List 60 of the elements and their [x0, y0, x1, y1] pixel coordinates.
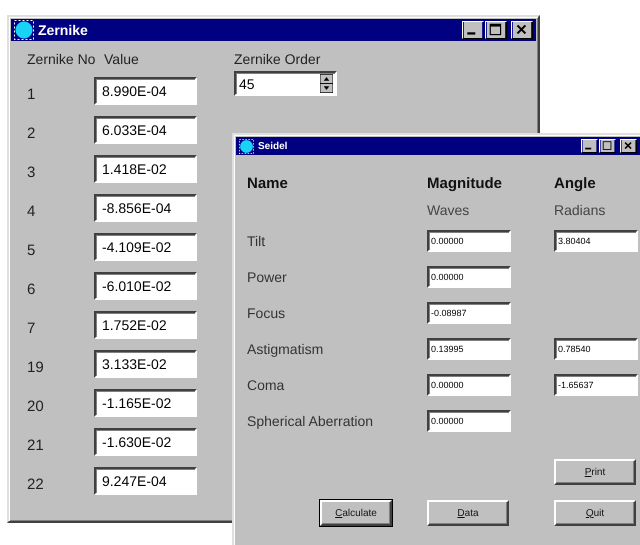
aberration-name: Power: [247, 269, 288, 285]
minimize-button[interactable]: [462, 21, 484, 39]
value-field[interactable]: 1.752E-02: [94, 310, 197, 338]
column-header: Name: [247, 174, 289, 192]
magnitude-field[interactable]: 0.00000: [427, 230, 511, 252]
value-field[interactable]: 8.990E-04: [94, 76, 197, 104]
order-spinner[interactable]: 45: [234, 71, 337, 96]
magnitude-field[interactable]: -0.08987: [427, 302, 511, 324]
globe-icon: [239, 138, 254, 154]
value-field[interactable]: 3.133E-02: [94, 350, 197, 378]
row-number: 4: [27, 202, 36, 220]
quit-button[interactable]: Quit: [554, 500, 636, 526]
close-button[interactable]: [511, 21, 533, 39]
row-number: 3: [27, 163, 36, 181]
value-field[interactable]: 6.033E-04: [94, 116, 197, 144]
value-field[interactable]: 1.418E-02: [94, 154, 197, 182]
aberration-name: Spherical Aberration: [247, 413, 374, 429]
data-button[interactable]: Data: [427, 500, 509, 526]
row-number: 6: [27, 280, 36, 298]
column-header: Value: [104, 51, 139, 69]
row-number: 7: [27, 319, 36, 337]
close-button[interactable]: [620, 139, 637, 153]
minimize-button[interactable]: [581, 139, 598, 153]
magnitude-field[interactable]: 0.00000: [427, 374, 511, 396]
column-header: Angle: [554, 174, 597, 192]
magnitude-field[interactable]: 0.00000: [427, 266, 511, 288]
value-field[interactable]: -1.630E-02: [94, 428, 197, 456]
value-field[interactable]: -8.856E-04: [94, 194, 197, 222]
window-title: Seidel: [258, 140, 288, 152]
angle-field[interactable]: -1.65637: [554, 374, 638, 396]
maximize-button[interactable]: [599, 139, 616, 153]
row-number: 2: [27, 124, 36, 142]
row-number: 21: [27, 436, 45, 454]
row-number: 1: [27, 85, 36, 103]
value-field[interactable]: -1.165E-02: [94, 388, 197, 416]
unit-label: Radians: [554, 202, 606, 218]
row-number: 5: [27, 241, 36, 259]
unit-label: Waves: [427, 202, 470, 218]
aberration-name: Tilt: [247, 233, 266, 249]
aberration-name: Focus: [247, 305, 286, 321]
print-button[interactable]: Print: [554, 459, 636, 485]
window-title: Zernike: [38, 22, 88, 38]
column-header: Magnitude: [427, 174, 503, 192]
aberration-name: Coma: [247, 377, 286, 393]
calculate-button[interactable]: Calculate: [320, 500, 392, 526]
row-number: 22: [27, 475, 45, 493]
aberration-name: Astigmatism: [247, 341, 324, 357]
value-field[interactable]: -6.010E-02: [94, 272, 197, 300]
row-number: 20: [27, 397, 45, 415]
column-header: Zernike No: [27, 51, 96, 69]
maximize-button[interactable]: [485, 21, 507, 39]
value-field[interactable]: -4.109E-02: [94, 232, 197, 260]
row-number: 19: [27, 358, 45, 376]
angle-field[interactable]: 3.80404: [554, 230, 638, 252]
globe-icon: [14, 20, 34, 40]
magnitude-field[interactable]: 0.13995: [427, 338, 511, 360]
magnitude-field[interactable]: 0.00000: [427, 410, 511, 432]
value-field[interactable]: 9.247E-04: [94, 466, 197, 494]
order-label: Zernike Order: [234, 51, 322, 69]
angle-field[interactable]: 0.78540: [554, 338, 638, 360]
